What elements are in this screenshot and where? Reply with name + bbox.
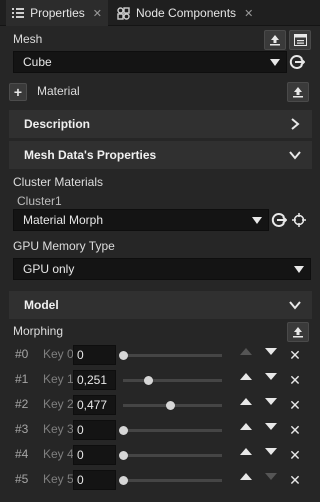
morph-value-input[interactable]: 0 xyxy=(73,420,116,440)
cluster-materials-label: Cluster Materials xyxy=(13,175,104,189)
list-icon xyxy=(12,6,25,20)
morph-row-key: Key 5 xyxy=(43,472,73,486)
move-up-icon[interactable] xyxy=(240,473,252,480)
chevron-right-icon xyxy=(291,118,300,130)
move-up-icon[interactable] xyxy=(240,448,252,455)
components-icon xyxy=(116,6,130,20)
close-icon[interactable]: ✕ xyxy=(93,7,102,20)
navigate-icon[interactable] xyxy=(289,54,306,70)
tab-node-components[interactable]: Node Components ✕ xyxy=(110,0,260,26)
mesh-label: Mesh xyxy=(13,32,43,46)
close-icon[interactable]: ✕ xyxy=(244,7,253,20)
move-down-icon[interactable] xyxy=(265,473,277,480)
upload-icon[interactable] xyxy=(264,30,286,50)
chevron-down-icon xyxy=(270,59,280,66)
move-up-icon[interactable] xyxy=(240,398,252,405)
mesh-dropdown[interactable]: Cube xyxy=(13,51,287,73)
upload-icon[interactable] xyxy=(287,82,309,102)
tab-bar: Properties ✕ Node Components ✕ xyxy=(0,0,320,26)
gpu-memory-label: GPU Memory Type xyxy=(13,239,115,253)
move-down-icon[interactable] xyxy=(265,373,277,380)
model-section-header[interactable]: Model xyxy=(9,291,312,319)
morph-slider-track[interactable] xyxy=(123,429,222,432)
cluster1-label: Cluster1 xyxy=(17,194,62,208)
chevron-down-icon xyxy=(289,151,301,160)
remove-icon[interactable]: ✕ xyxy=(289,423,301,437)
cluster-material-value: Material Morph xyxy=(23,213,104,227)
move-down-icon[interactable] xyxy=(265,448,277,455)
morph-row-index: #1 xyxy=(15,372,29,386)
morph-row-index: #2 xyxy=(15,397,29,411)
morph-value-input[interactable]: 0 xyxy=(73,470,116,490)
section-title: Mesh Data's Properties xyxy=(24,148,157,162)
move-up-icon[interactable] xyxy=(240,373,252,380)
material-label: Material xyxy=(37,84,80,98)
morph-slider-track[interactable] xyxy=(123,379,222,382)
section-title: Model xyxy=(24,298,59,312)
morph-row-index: #3 xyxy=(15,422,29,436)
target-icon[interactable] xyxy=(291,212,307,228)
morph-slider-track[interactable] xyxy=(123,354,222,357)
remove-icon[interactable]: ✕ xyxy=(289,473,301,487)
morph-slider-thumb[interactable] xyxy=(119,451,128,460)
morph-row-key: Key 2 xyxy=(43,397,73,411)
gpu-memory-value: GPU only xyxy=(23,262,75,276)
morphing-label: Morphing xyxy=(13,324,64,338)
mesh-data-section-header[interactable]: Mesh Data's Properties xyxy=(9,141,312,169)
chevron-down-icon xyxy=(294,266,304,273)
move-up-icon[interactable] xyxy=(240,423,252,430)
tab-properties-label: Properties xyxy=(30,6,85,20)
morph-slider-thumb[interactable] xyxy=(143,376,153,385)
morph-value-input[interactable]: 0 xyxy=(73,345,116,365)
cluster-material-dropdown[interactable]: Material Morph xyxy=(13,209,269,231)
morph-slider-track[interactable] xyxy=(123,479,222,482)
add-material-button[interactable]: + xyxy=(9,83,27,101)
tab-properties[interactable]: Properties ✕ xyxy=(6,0,108,26)
remove-icon[interactable]: ✕ xyxy=(289,373,301,387)
morph-row-index: #0 xyxy=(15,347,29,361)
morph-row-key: Key 0 xyxy=(43,347,73,361)
navigate-icon[interactable] xyxy=(271,212,288,228)
morph-slider-thumb[interactable] xyxy=(166,401,176,410)
mesh-value: Cube xyxy=(23,55,52,69)
morph-row-key: Key 4 xyxy=(43,447,73,461)
description-section-header[interactable]: Description xyxy=(9,110,312,138)
remove-icon[interactable]: ✕ xyxy=(289,348,301,362)
morph-row-index: #4 xyxy=(15,447,29,461)
browse-icon[interactable] xyxy=(289,30,311,50)
morph-value-input[interactable]: 0,477 xyxy=(73,395,116,415)
move-up-icon[interactable] xyxy=(240,348,252,355)
tab-node-components-label: Node Components xyxy=(136,6,237,20)
morph-slider-thumb[interactable] xyxy=(119,351,128,360)
gpu-memory-dropdown[interactable]: GPU only xyxy=(13,258,311,280)
morph-row-index: #5 xyxy=(15,472,29,486)
move-down-icon[interactable] xyxy=(265,348,277,355)
morph-value-input[interactable]: 0,251 xyxy=(73,370,116,390)
chevron-down-icon xyxy=(252,217,262,224)
chevron-down-icon xyxy=(289,301,301,310)
morph-row-key: Key 3 xyxy=(43,422,73,436)
morph-value-input[interactable]: 0 xyxy=(73,445,116,465)
remove-icon[interactable]: ✕ xyxy=(289,398,301,412)
morph-slider-track[interactable] xyxy=(123,454,222,457)
upload-icon[interactable] xyxy=(287,322,309,342)
morph-slider-thumb[interactable] xyxy=(119,426,128,435)
section-title: Description xyxy=(24,117,91,131)
move-down-icon[interactable] xyxy=(265,398,277,405)
remove-icon[interactable]: ✕ xyxy=(289,448,301,462)
move-down-icon[interactable] xyxy=(265,423,277,430)
morph-row-key: Key 1 xyxy=(43,372,73,386)
morph-slider-thumb[interactable] xyxy=(119,476,128,485)
